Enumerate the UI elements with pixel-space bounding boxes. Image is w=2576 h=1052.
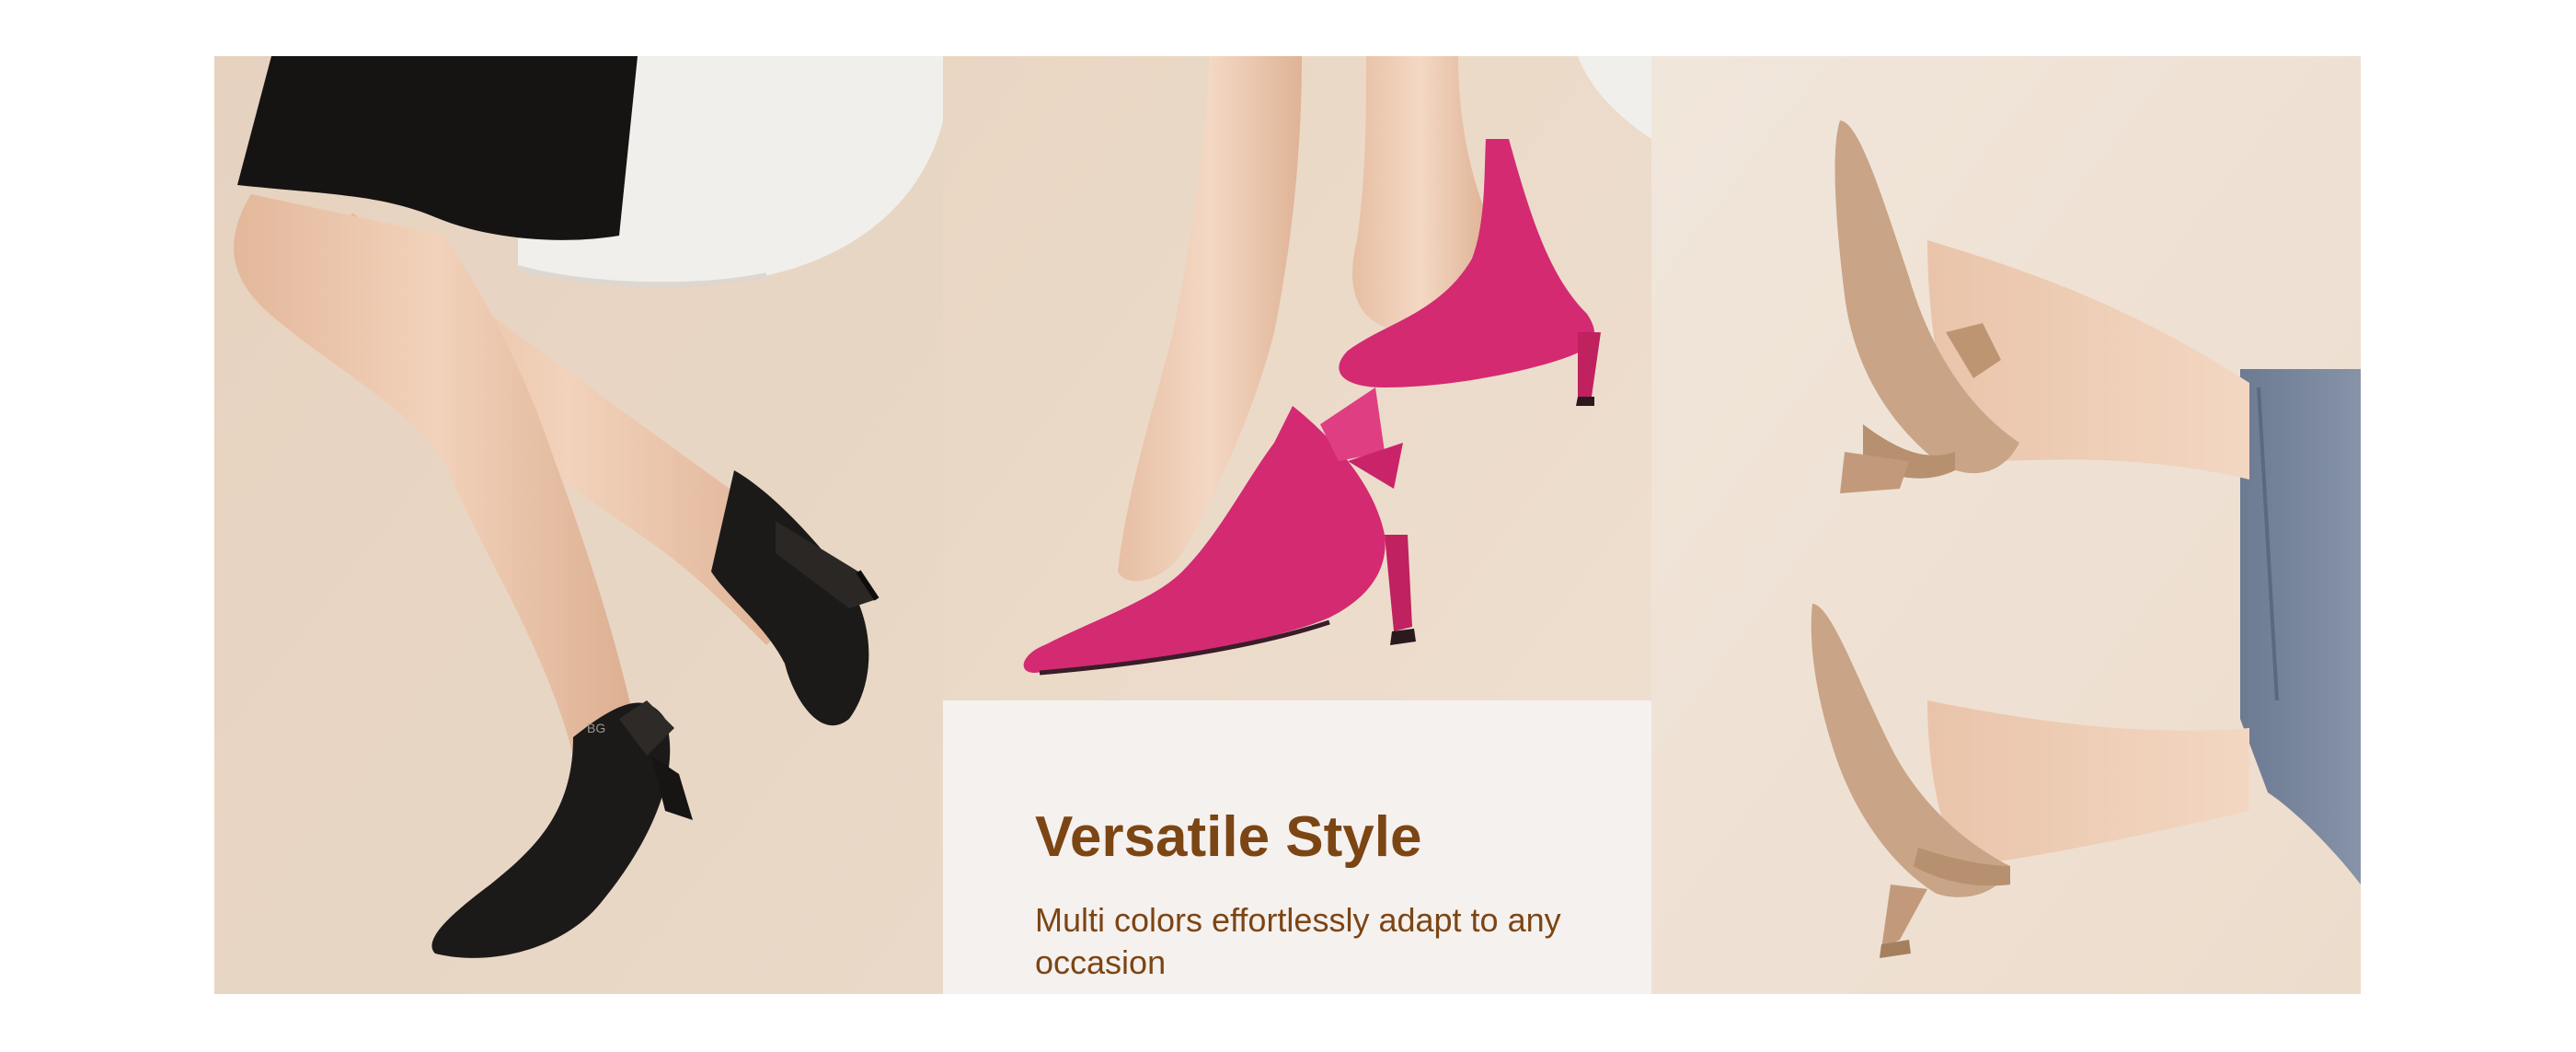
feature-title: Versatile Style [1035, 805, 1422, 869]
fuchsia-heels-photo: Versatile Style Multi colors effortlessl… [943, 56, 1651, 994]
nude-heels-illustration [1651, 56, 2361, 994]
svg-text:BG: BG [587, 721, 605, 735]
feature-caption-panel: Versatile Style Multi colors effortlessl… [943, 700, 1651, 994]
black-heels-photo: BG [214, 56, 943, 994]
feature-subtitle: Multi colors effortlessly adapt to any o… [1035, 901, 1561, 981]
black-heels-illustration: BG [214, 56, 943, 994]
product-feature-gallery: BG Versatile Style Multi colors effortle… [214, 56, 2361, 994]
nude-heels-photo [1651, 56, 2361, 994]
